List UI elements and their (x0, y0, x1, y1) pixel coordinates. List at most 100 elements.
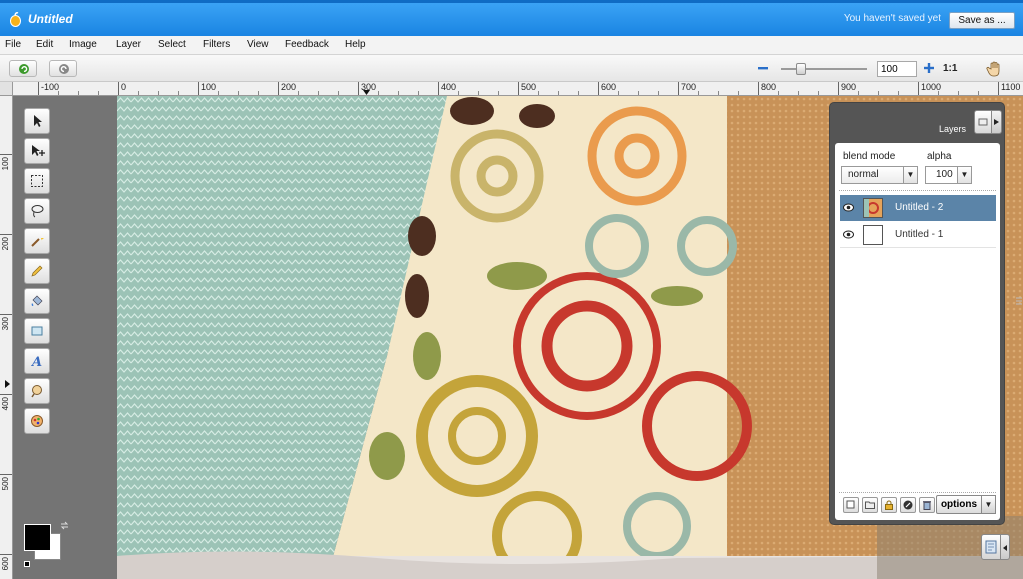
app-logo-icon (10, 12, 21, 27)
magic-wand-icon (31, 235, 44, 247)
layer-folder-button[interactable] (862, 497, 878, 513)
menu-bar: File Edit Image Layer Select Filters Vie… (0, 36, 1023, 55)
chevron-down-icon[interactable]: ▼ (903, 167, 917, 183)
zoom-in-icon[interactable] (924, 63, 934, 73)
ruler-label: 600 (601, 82, 617, 92)
ruler-label: 200 (1, 237, 10, 251)
tool-marquee[interactable] (24, 168, 50, 194)
redo-button[interactable] (49, 60, 77, 77)
chevron-down-icon[interactable]: ▼ (982, 495, 996, 514)
zoom-out-icon[interactable] (758, 63, 768, 73)
layer-thumbnail (863, 225, 883, 245)
layers-panel-body: blend mode alpha normal ▼ 100 ▼ Untitled… (835, 143, 1000, 520)
move-icon (34, 115, 42, 127)
layer-row-untitled-2[interactable]: Untitled - 2 (840, 195, 996, 221)
visibility-eye-icon[interactable] (843, 203, 854, 212)
layer-style-button[interactable] (900, 497, 916, 513)
menu-view[interactable]: View (247, 39, 269, 50)
new-layer-button[interactable] (843, 497, 859, 513)
chevron-left-icon (1003, 545, 1007, 551)
document-title: Untitled (28, 12, 73, 26)
tool-lasso[interactable] (24, 198, 50, 224)
layer-name: Untitled - 1 (895, 229, 944, 240)
save-status: You haven't saved yet (843, 13, 941, 24)
foreground-color-swatch[interactable] (24, 524, 51, 551)
menu-layer[interactable]: Layer (116, 39, 141, 50)
alpha-select[interactable]: 100 ▼ (925, 166, 972, 184)
layer-row-untitled-1[interactable]: Untitled - 1 (840, 222, 996, 248)
zoom-input[interactable] (877, 61, 917, 77)
reset-colors-icon[interactable] (24, 561, 30, 567)
chevron-down-icon[interactable]: ▼ (957, 167, 971, 183)
clone-icon (31, 385, 42, 398)
scroll-handle-icon[interactable] (1015, 296, 1023, 306)
ruler-corner (0, 82, 13, 96)
divider (839, 190, 996, 191)
ruler-label: 200 (281, 82, 297, 92)
zoom-slider-thumb[interactable] (796, 63, 807, 75)
ruler-label: 400 (441, 82, 457, 92)
lock-layer-button[interactable] (881, 497, 897, 513)
ruler-label: -100 (41, 82, 60, 92)
tool-eraser[interactable] (24, 318, 50, 344)
pencil-icon (31, 265, 43, 277)
visibility-eye-icon[interactable] (843, 230, 854, 239)
alpha-label: alpha (927, 151, 952, 162)
ruler-label: 100 (201, 82, 217, 92)
history-panel-arrow[interactable] (1001, 534, 1010, 560)
layers-panel: Layers blend mode alpha normal ▼ 100 ▼ U… (829, 102, 1005, 525)
tool-pencil[interactable] (24, 258, 50, 284)
zoom-slider-track[interactable] (781, 68, 867, 70)
menu-filters[interactable]: Filters (203, 39, 230, 50)
alpha-value: 100 (936, 169, 953, 180)
history-panel-button[interactable] (981, 534, 1001, 560)
paint-bucket-icon (31, 295, 43, 306)
layer-style-icon (903, 500, 913, 510)
menu-select[interactable]: Select (158, 39, 186, 50)
ruler-label: 500 (521, 82, 537, 92)
tool-magic-wand[interactable] (24, 228, 50, 254)
tool-move[interactable] (24, 108, 50, 134)
menu-feedback[interactable]: Feedback (285, 39, 329, 50)
ruler-label: 600 (1, 557, 10, 571)
ruler-label: 500 (1, 477, 10, 491)
chevron-right-icon (994, 119, 999, 125)
ruler-label: 100 (1, 157, 10, 171)
layers-icon (978, 118, 988, 126)
tool-color-picker[interactable] (24, 408, 50, 434)
undo-button[interactable] (9, 60, 37, 77)
menu-image[interactable]: Image (69, 39, 97, 50)
redo-icon (59, 64, 69, 74)
lock-icon (885, 500, 893, 510)
text-icon: A (30, 355, 42, 368)
layer-thumbnail (863, 198, 883, 218)
ruler-label: 0 (121, 82, 127, 92)
tool-clone[interactable] (24, 378, 50, 404)
layers-panel-title: Layers (938, 124, 966, 134)
history-icon (985, 540, 997, 554)
ruler-label: 900 (841, 82, 857, 92)
options-toolbar: 1:1 (0, 55, 1023, 82)
tool-move-layer[interactable] (24, 138, 50, 164)
ruler-label: 700 (681, 82, 697, 92)
swap-colors-icon[interactable] (60, 521, 69, 530)
tool-text[interactable]: A (24, 348, 50, 374)
ruler-label: 800 (761, 82, 777, 92)
menu-edit[interactable]: Edit (36, 39, 53, 50)
hand-icon[interactable] (986, 60, 1004, 78)
blend-mode-value: normal (848, 169, 879, 180)
layer-options-button[interactable]: options (936, 495, 982, 514)
actual-size-button[interactable]: 1:1 (943, 63, 957, 74)
ruler-vertical: 100 200 300 400 500 600 (0, 96, 13, 579)
delete-layer-button[interactable] (919, 497, 935, 513)
blend-mode-select[interactable]: normal ▼ (841, 166, 918, 184)
tool-paint-bucket[interactable] (24, 288, 50, 314)
layers-panel-menu-arrow[interactable] (992, 110, 1002, 134)
layers-panel-button[interactable] (974, 110, 992, 134)
panel-toggle-arrow-icon[interactable] (5, 380, 10, 388)
menu-file[interactable]: File (5, 39, 21, 50)
menu-help[interactable]: Help (345, 39, 366, 50)
layers-panel-header: Layers (830, 103, 1004, 141)
save-as-button[interactable]: Save as ... (949, 12, 1015, 29)
title-bar: Untitled You haven't saved yet Save as .… (0, 0, 1023, 36)
